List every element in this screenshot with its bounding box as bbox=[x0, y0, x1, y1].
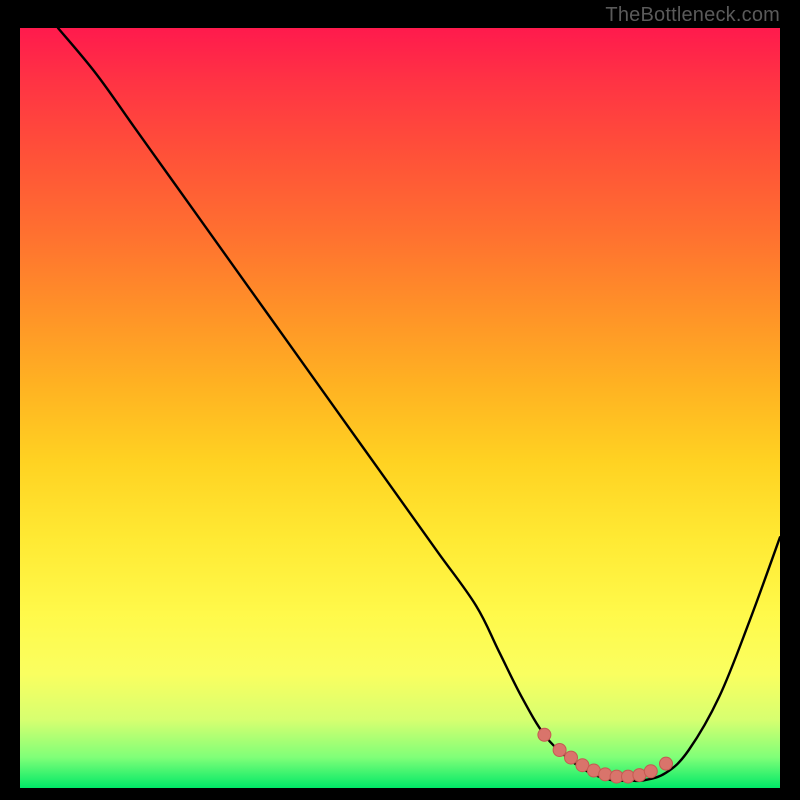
marker-point bbox=[565, 751, 578, 764]
chart-svg bbox=[20, 28, 780, 788]
marker-point bbox=[553, 744, 566, 757]
marker-point bbox=[599, 768, 612, 781]
chart-plot-area bbox=[20, 28, 780, 788]
attribution-text: TheBottleneck.com bbox=[605, 4, 780, 27]
marker-point bbox=[538, 728, 551, 741]
marker-point bbox=[622, 770, 635, 783]
highlight-markers bbox=[538, 728, 673, 783]
chart-frame bbox=[20, 28, 780, 788]
marker-point bbox=[660, 757, 673, 770]
marker-point bbox=[644, 765, 657, 778]
bottleneck-curve bbox=[58, 28, 780, 781]
